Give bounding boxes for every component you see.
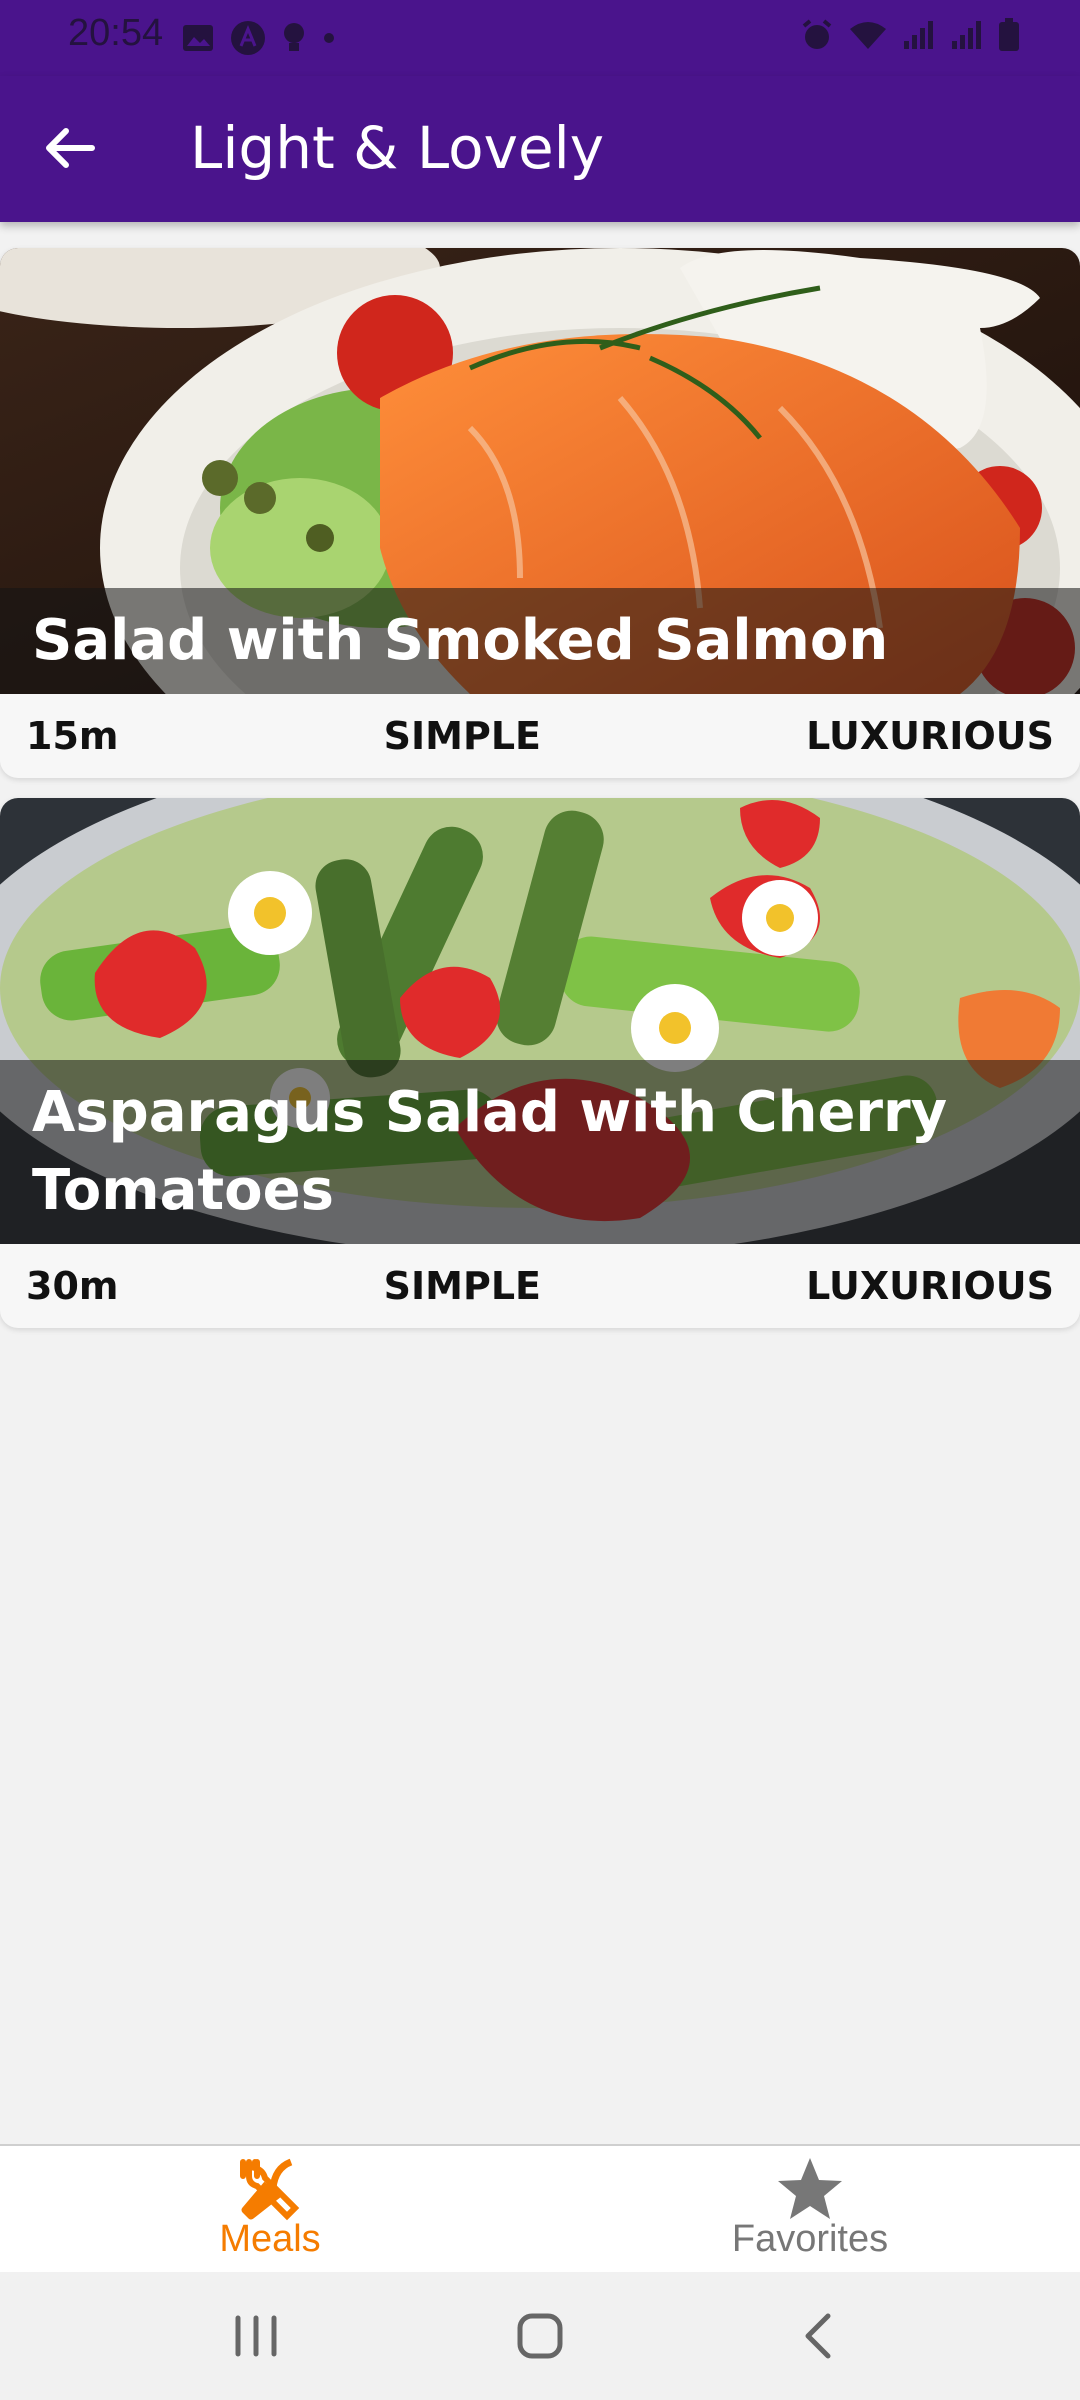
status-left-icons — [182, 20, 336, 56]
meal-title: Asparagus Salad with Cherry Tomatoes — [32, 1080, 948, 1223]
alarm-icon — [802, 19, 832, 49]
app-bar: Light & Lovely — [0, 76, 1080, 222]
bulb-icon — [284, 23, 304, 51]
meal-affordability: LUXURIOUS — [806, 1264, 1054, 1308]
meal-title: Salad with Smoked Salmon — [32, 608, 889, 673]
dot-icon — [324, 33, 334, 43]
status-bar: 20:54 — [0, 0, 1080, 76]
system-navigation-bar — [0, 2272, 1080, 2400]
tab-favorites[interactable]: Favorites — [540, 2146, 1080, 2274]
bottom-navigation: Meals Favorites — [0, 2144, 1080, 2274]
image-icon — [183, 25, 213, 51]
meal-title-overlay: Salad with Smoked Salmon — [0, 588, 1080, 694]
fork-knife-icon — [240, 2158, 300, 2221]
meal-duration: 15m — [26, 714, 119, 758]
signal-icon — [904, 21, 933, 49]
meal-complexity: SIMPLE — [383, 1264, 541, 1308]
star-icon — [778, 2158, 842, 2219]
battery-icon — [999, 18, 1019, 51]
tab-meals-label: Meals — [219, 2218, 321, 2260]
signal-icon — [952, 21, 981, 49]
status-right-icons — [800, 18, 1020, 52]
home-icon[interactable] — [508, 2304, 572, 2368]
recent-apps-icon[interactable] — [224, 2304, 288, 2368]
meal-affordability: LUXURIOUS — [806, 714, 1054, 758]
tab-favorites-label: Favorites — [731, 2218, 889, 2260]
meal-image-asparagus: Asparagus Salad with Cherry Tomatoes — [0, 798, 1080, 1244]
meal-meta: 15m SIMPLE LUXURIOUS — [0, 694, 1080, 778]
page-title: Light & Lovely — [190, 114, 605, 182]
meal-image-salmon: Salad with Smoked Salmon — [0, 248, 1080, 694]
meal-card[interactable]: Asparagus Salad with Cherry Tomatoes 30m… — [0, 798, 1080, 1328]
meal-title-overlay: Asparagus Salad with Cherry Tomatoes — [0, 1060, 1080, 1244]
back-arrow-icon[interactable] — [40, 118, 100, 178]
tab-meals[interactable]: Meals — [0, 2146, 540, 2274]
meal-complexity: SIMPLE — [383, 714, 541, 758]
meal-meta: 30m SIMPLE LUXURIOUS — [0, 1244, 1080, 1328]
a-circle-icon — [231, 21, 265, 55]
wifi-icon — [850, 22, 886, 49]
meal-card[interactable]: Salad with Smoked Salmon 15m SIMPLE LUXU… — [0, 248, 1080, 778]
status-time: 20:54 — [68, 12, 164, 54]
back-icon[interactable] — [786, 2304, 850, 2368]
meal-duration: 30m — [26, 1264, 119, 1308]
